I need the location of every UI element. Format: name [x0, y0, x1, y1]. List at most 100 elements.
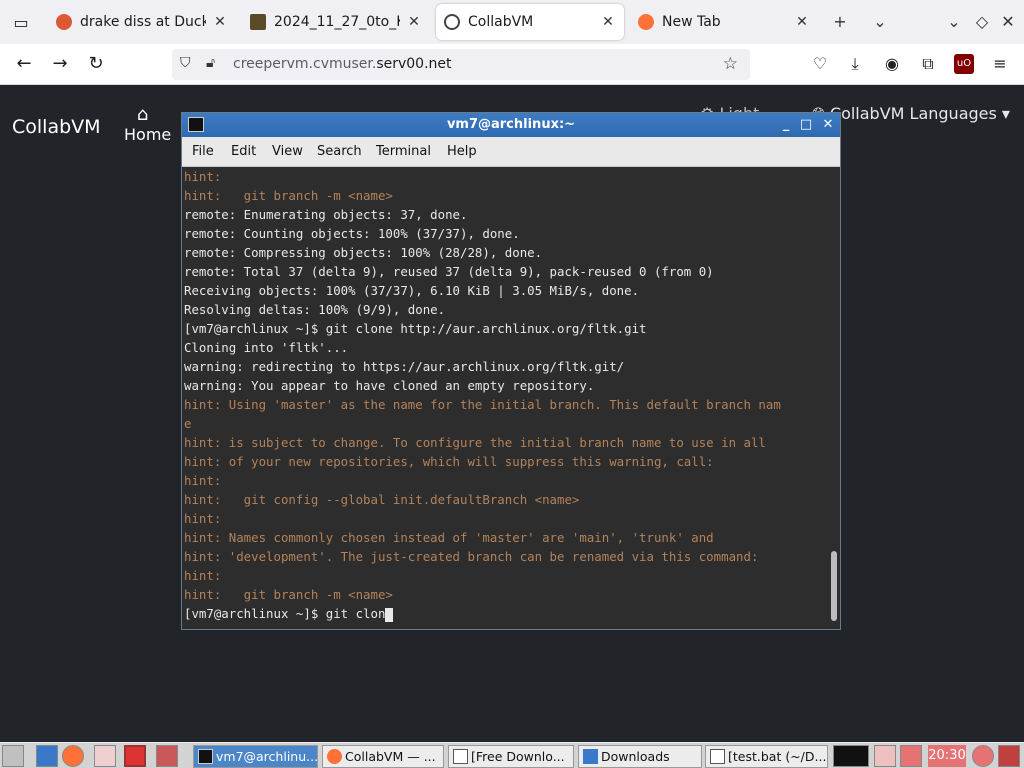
folder-task-icon — [583, 749, 598, 764]
terminal-line: remote: Counting objects: 100% (37/37), … — [184, 226, 520, 241]
terminal-prompt-line[interactable]: [vm7@archlinux ~]$ git clon — [182, 604, 828, 623]
home-link[interactable]: ⌂ Home — [124, 104, 171, 144]
menu-hamburger-icon[interactable]: ≡ — [990, 54, 1010, 74]
task-test-bat[interactable]: [test.bat (~/D... — [705, 745, 828, 768]
back-arrow-icon[interactable]: ← — [12, 52, 36, 76]
terminal-line: hint: is subject to change. To configure… — [184, 435, 766, 450]
task-downloads[interactable]: Downloads — [578, 745, 702, 768]
menu-edit[interactable]: Edit — [231, 144, 256, 159]
new-tab-plus-icon[interactable]: + — [830, 12, 850, 31]
task-free-download[interactable]: [Free Downlo... — [448, 745, 574, 768]
terminal-line: hint: 'development'. The just-created br… — [184, 549, 759, 564]
forward-arrow-icon[interactable]: → — [48, 52, 72, 76]
minimize-chevron-icon[interactable]: ⌄ — [944, 12, 964, 31]
close-tab-icon[interactable]: ✕ — [212, 14, 228, 30]
menu-file[interactable]: File — [192, 144, 214, 159]
close-icon[interactable]: ✕ — [818, 113, 838, 137]
terminal-line: warning: redirecting to https://aur.arch… — [184, 359, 625, 374]
tab-title: CollabVM — [468, 14, 534, 30]
terminal-line: Cloning into 'fltk'... — [184, 340, 349, 355]
terminal-window: vm7@archlinux:~ _ □ ✕ File Edit View Sea… — [181, 112, 841, 630]
terminal-line: hint: Names commonly chosen instead of '… — [184, 530, 714, 545]
task-label: [Free Downlo... — [471, 749, 565, 764]
bookmark-star-icon[interactable]: ☆ — [723, 54, 738, 74]
terminal-line: warning: You appear to have cloned an em… — [184, 378, 595, 393]
menu-terminal[interactable]: Terminal — [376, 144, 431, 159]
menu-help[interactable]: Help — [447, 144, 477, 159]
firefox-launcher-icon[interactable] — [62, 745, 84, 767]
pocket-icon[interactable]: ♡ — [810, 54, 830, 74]
scrollbar-thumb[interactable] — [831, 551, 837, 621]
browser-tab-strip: ▭ drake diss at DuckDuckGo ✕ 2024_11_27_… — [0, 0, 1024, 44]
terminal-output[interactable]: hint: hint: git branch -m <name> remote: E… — [182, 167, 828, 627]
terminal-line: hint: git branch -m <name> — [184, 188, 393, 203]
workspace-1-icon[interactable] — [124, 745, 146, 767]
terminal-line: hint: git config --global init.defaultBr… — [184, 492, 580, 507]
tab-new-tab[interactable]: New Tab ✕ — [630, 4, 818, 40]
cpu-monitor-icon — [833, 745, 869, 767]
page-favicon-icon — [250, 14, 266, 30]
task-terminal[interactable]: vm7@archlinu... — [193, 745, 318, 768]
clock[interactable]: 20:30 — [928, 745, 966, 767]
duckduckgo-icon — [56, 14, 72, 30]
start-menu-icon[interactable] — [2, 745, 24, 767]
close-tab-icon[interactable]: ✕ — [600, 14, 616, 30]
power-icon[interactable] — [972, 745, 994, 767]
reload-icon[interactable]: ↻ — [84, 52, 108, 76]
close-tab-icon[interactable]: ✕ — [406, 14, 422, 30]
task-label: [test.bat (~/D... — [728, 749, 827, 764]
collabvm-icon — [444, 14, 460, 30]
account-icon[interactable]: ◉ — [882, 54, 902, 74]
home-label: Home — [124, 125, 172, 144]
menu-search[interactable]: Search — [317, 144, 362, 159]
taskbar: vm7@archlinu... CollabVM — ... [Free Dow… — [0, 742, 1024, 768]
workspace-2-icon[interactable] — [156, 745, 178, 767]
restore-diamond-icon[interactable]: ◇ — [972, 12, 992, 31]
window-close-icon[interactable]: ✕ — [998, 12, 1018, 31]
terminal-line: hint: — [184, 169, 222, 184]
terminal-line: hint: — [184, 511, 222, 526]
terminal-menubar: File Edit View Search Terminal Help — [182, 137, 840, 167]
home-icon: ⌂ — [136, 104, 149, 125]
minimize-icon[interactable]: _ — [776, 113, 796, 137]
show-desktop-icon[interactable] — [94, 745, 116, 767]
maximize-icon[interactable]: □ — [796, 113, 816, 137]
url-bar[interactable]: ⛉ 🔓︎ creepervm.cvmuser.serv00.net ☆ — [172, 49, 750, 80]
terminal-line: hint: Using 'master' as the name for the… — [184, 397, 781, 412]
url-text[interactable]: creepervm.cvmuser.serv00.net — [233, 56, 452, 72]
shield-icon[interactable]: ⛉ — [180, 55, 191, 71]
logout-icon[interactable] — [998, 745, 1020, 767]
firefox-icon — [638, 14, 654, 30]
tab-list-icon[interactable]: ▭ — [8, 9, 34, 35]
text-editor-task-icon — [710, 749, 725, 764]
tray-network-icon[interactable] — [900, 745, 922, 767]
ublock-icon[interactable]: uO — [954, 54, 974, 74]
extensions-icon[interactable]: ⧉ — [918, 54, 938, 74]
close-tab-icon[interactable]: ✕ — [794, 14, 810, 30]
terminal-line: remote: Total 37 (delta 9), reused 37 (d… — [184, 264, 714, 279]
tab-klek[interactable]: 2024_11_27_0to_Klek ✕ — [242, 4, 430, 40]
insecure-lock-icon[interactable]: 🔓︎ — [206, 55, 215, 71]
task-collabvm[interactable]: CollabVM — ... — [322, 745, 444, 768]
brand-title[interactable]: CollabVM — [12, 116, 101, 138]
text-cursor — [385, 607, 394, 622]
menu-view[interactable]: View — [272, 144, 303, 159]
tab-duckduckgo[interactable]: drake diss at DuckDuckGo ✕ — [48, 4, 236, 40]
downloads-icon[interactable]: ⤓ — [845, 54, 865, 74]
terminal-scrollbar[interactable] — [828, 167, 840, 627]
tab-collabvm[interactable]: CollabVM ✕ — [436, 4, 624, 40]
tray-app-icon[interactable] — [874, 745, 896, 767]
terminal-line: e — [184, 416, 192, 431]
url-prefix: creepervm.cvmuser. — [233, 56, 377, 72]
terminal-line: [vm7@archlinux ~]$ git clone http://aur.… — [184, 321, 647, 336]
tab-title: 2024_11_27_0to_Klek — [274, 14, 400, 30]
navigation-toolbar: ← → ↻ ⛉ 🔓︎ creepervm.cvmuser.serv00.net … — [0, 44, 1024, 85]
file-manager-icon[interactable] — [36, 745, 58, 767]
terminal-line: hint: — [184, 473, 222, 488]
languages-dropdown[interactable]: 🌐︎ CollabVM Languages ▾ — [812, 104, 1010, 124]
list-all-tabs-chevron-icon[interactable]: ⌄ — [870, 12, 890, 31]
languages-label: CollabVM Languages — [829, 104, 997, 123]
prompt-text: [vm7@archlinux ~]$ git clon — [184, 606, 386, 621]
terminal-line: hint: git branch -m <name> — [184, 587, 393, 602]
terminal-title-bar[interactable]: vm7@archlinux:~ _ □ ✕ — [182, 113, 840, 137]
